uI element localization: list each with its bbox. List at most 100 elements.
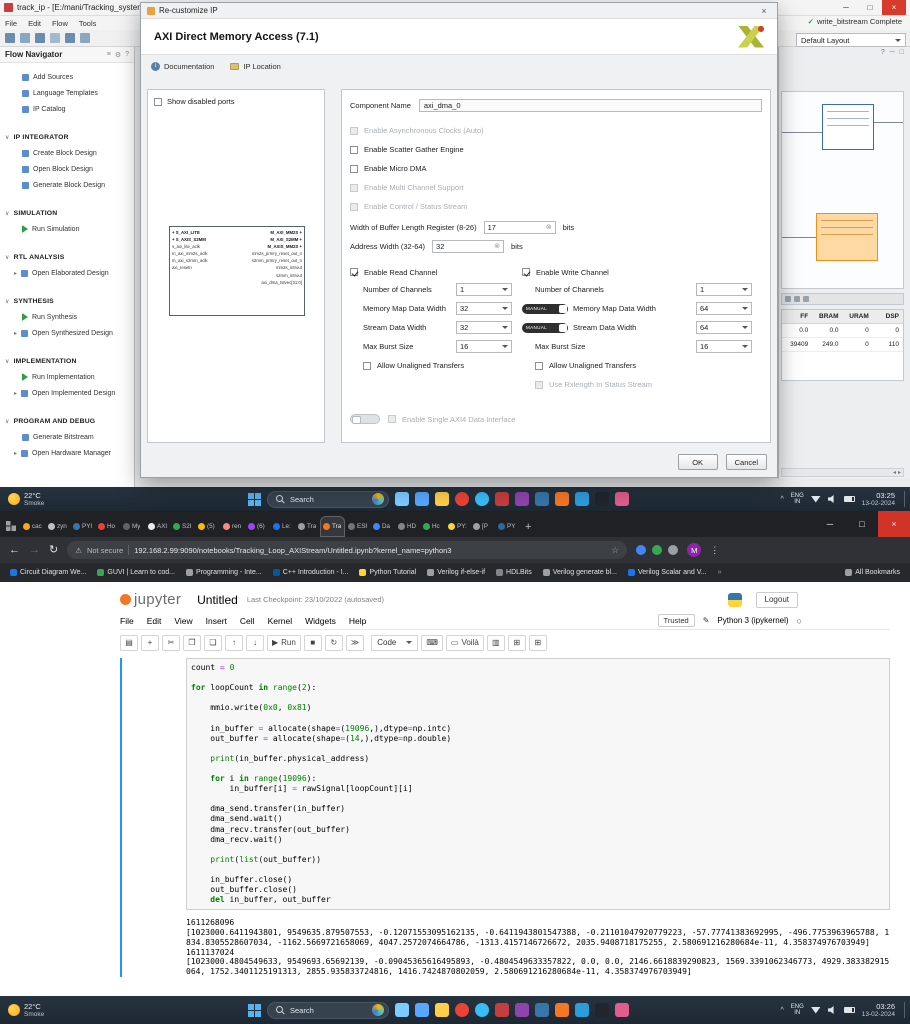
jupyter-menu-cell[interactable]: Cell [240, 616, 255, 626]
component-name-input[interactable]: axi_dma_0 [418, 99, 762, 112]
browser-tab-s2i[interactable]: S2I [170, 516, 195, 537]
extension-green-icon[interactable] [652, 545, 663, 555]
manual-toggle[interactable]: MANUAL [522, 322, 568, 333]
browser-tab-hd[interactable]: HD [395, 516, 420, 537]
dialog-close-button[interactable]: × [757, 6, 771, 16]
jupyter-menu-file[interactable]: File [120, 616, 134, 626]
address-bar[interactable]: ⚠ Not secure 192.168.2.99:9090/notebooks… [67, 541, 628, 559]
start-button[interactable] [248, 492, 261, 506]
bookmark-programming-inte[interactable]: Programming - Inte... [185, 569, 262, 576]
close-button[interactable]: × [882, 0, 906, 15]
reload-button[interactable]: ↻ [49, 544, 58, 556]
dialog-titlebar[interactable]: Re-customize IP × [141, 3, 777, 19]
copy-cell-button[interactable]: ❐ [183, 634, 201, 651]
restart-kernel-button[interactable]: ↻ [324, 634, 343, 651]
hidden-icons-button[interactable]: ^ [780, 496, 783, 503]
write-memory-map-data-width-select[interactable]: 64 [696, 302, 752, 315]
toolbar-icon[interactable] [35, 33, 45, 43]
browser-menu-button[interactable]: ⋮ [710, 545, 719, 556]
jupyter-menu-edit[interactable]: Edit [147, 616, 162, 626]
write-number-of-channels-select[interactable]: 1 [696, 283, 752, 296]
bookmark-verilog-generate-bl[interactable]: Verilog generate bl... [542, 569, 617, 576]
add-cell-button[interactable]: + [141, 634, 159, 651]
flow-nav-item-generate-bitstream[interactable]: Generate Bitstream [0, 429, 134, 445]
taskbar-python-icon[interactable] [535, 1003, 549, 1017]
browser-tab-hc[interactable]: Hc [420, 516, 445, 537]
browser-tab-py[interactable]: PY [495, 516, 520, 537]
read-channel-enable[interactable]: Enable Read Channel [350, 264, 522, 280]
language-indicator[interactable]: ENG IN [791, 493, 804, 506]
browser-tab-tra[interactable]: Tra [320, 516, 345, 537]
browser-tab-tra[interactable]: Tra [295, 516, 320, 537]
notebook-title[interactable]: Untitled [197, 593, 238, 607]
read-max-burst-size-select[interactable]: 16 [456, 340, 512, 353]
ip-block[interactable] [822, 104, 874, 150]
browser-tab-p[interactable]: [P [470, 516, 495, 537]
table-view-icon[interactable]: ⊞ [528, 634, 547, 651]
run-button[interactable]: ▶ Run [267, 634, 301, 651]
flow-nav-item-open-elaborated-design[interactable]: ▸ Open Elaborated Design [0, 265, 134, 281]
hidden-icons-button[interactable]: ^ [780, 1007, 783, 1014]
battery-icon[interactable] [843, 496, 855, 502]
bookmarks-overflow-icon[interactable]: » [718, 569, 722, 576]
toolbar-icon[interactable] [5, 33, 15, 43]
save-notebook-button[interactable]: ▤ [120, 634, 138, 651]
taskbar-task-view-icon[interactable] [395, 1003, 409, 1017]
browser-tab-py[interactable]: PY: [445, 516, 470, 537]
flow-nav-item-run-simulation[interactable]: Run Simulation [0, 221, 134, 237]
bookmark-star-icon[interactable]: ☆ [611, 545, 619, 556]
maximize-button[interactable]: □ [846, 511, 878, 537]
browser-tab-da[interactable]: Da [370, 516, 395, 537]
taskbar-file-explorer-icon[interactable] [435, 492, 449, 506]
flow-nav-section-simulation[interactable]: ∨ SIMULATION [0, 206, 134, 221]
flow-nav-item-add-sources[interactable]: Add Sources [0, 69, 134, 85]
allow-unaligned-read[interactable]: Allow Unaligned Transfers [350, 356, 522, 375]
browser-tab-axi[interactable]: AXI [145, 516, 170, 537]
flow-nav-section-ip-integrator[interactable]: ∨ IP INTEGRATOR [0, 130, 134, 145]
flow-nav-section-implementation[interactable]: ∨ IMPLEMENTATION [0, 354, 134, 369]
chart-icon[interactable]: ▥ [486, 634, 505, 651]
flow-nav-item-language-templates[interactable]: Language Templates [0, 85, 134, 101]
back-button[interactable]: ← [9, 544, 20, 556]
browser-tab-6[interactable]: (6) [245, 516, 270, 537]
block-design-canvas[interactable] [781, 91, 904, 289]
flow-nav-item-open-hardware-manager[interactable]: ▸ Open Hardware Manager [0, 445, 134, 461]
toolbar-icon[interactable] [50, 33, 60, 43]
jupyter-menu-view[interactable]: View [174, 616, 192, 626]
browser-tab-cac[interactable]: cac [20, 516, 45, 537]
taskbar-edge-icon[interactable] [475, 492, 489, 506]
jupyter-logo[interactable]: jupyter [120, 591, 181, 608]
profile-avatar[interactable]: M [687, 543, 702, 557]
bookmark-python-tutorial[interactable]: Python Tutorial [359, 569, 416, 576]
flow-nav-item-run-synthesis[interactable]: Run Synthesis [0, 309, 134, 325]
menu-icon[interactable]: ≡ [107, 51, 111, 59]
selected-ip-block[interactable] [816, 213, 878, 261]
taskbar-python-icon[interactable] [535, 492, 549, 506]
new-tab-button[interactable]: + [525, 521, 531, 533]
buffer-length-input[interactable]: 17 ⊗ [483, 220, 556, 234]
toolbar-icon[interactable] [65, 33, 75, 43]
ok-button[interactable]: OK [677, 454, 718, 470]
bookmark-guvi-learn-to-cod[interactable]: GUVI | Learn to cod... [97, 569, 175, 576]
minimize-panel-icon[interactable]: ─ [890, 49, 895, 56]
write-max-burst-size-select[interactable]: 16 [696, 340, 752, 353]
taskbar-terminal-icon[interactable] [595, 492, 609, 506]
battery-icon[interactable] [843, 1007, 855, 1013]
browser-tab-zyn[interactable]: zyn [45, 516, 70, 537]
menu-file[interactable]: File [5, 19, 17, 28]
grid-view-icon[interactable]: ⊞ [507, 634, 526, 651]
browser-tab-esf[interactable]: ESF [345, 516, 370, 537]
bookmark-verilog-scalar-and-v[interactable]: Verilog Scalar and V... [627, 569, 707, 576]
browser-tab-ho[interactable]: Ho [95, 516, 120, 537]
reset-icon[interactable]: ⊗ [494, 242, 500, 250]
bookmark-c-introduction-i[interactable]: C++ Introduction - I... [272, 569, 348, 576]
taskbar-widgets-icon[interactable] [415, 1003, 429, 1017]
restart-run-all-button[interactable]: ≫ [345, 634, 365, 651]
weather-widget[interactable]: 22°C Smoke [0, 1002, 90, 1018]
show-desktop-strip[interactable] [904, 1002, 906, 1018]
all-bookmarks-button[interactable]: All Bookmarks [845, 569, 900, 576]
taskbar-vitis-icon[interactable] [515, 1003, 529, 1017]
show-desktop-strip[interactable] [904, 491, 906, 507]
extension-blue-icon[interactable] [636, 545, 647, 555]
stop-kernel-button[interactable]: ■ [303, 634, 322, 651]
